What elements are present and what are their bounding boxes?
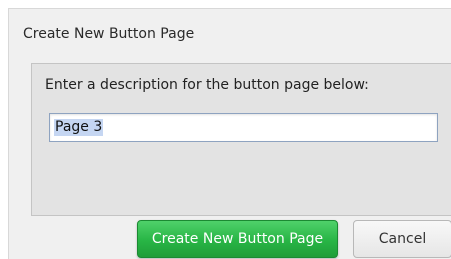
description-panel: Enter a description for the button page … — [31, 63, 451, 216]
description-input-value: Page 3 — [54, 119, 104, 136]
create-button-page-dialog: Create New Button Page Enter a descripti… — [8, 8, 451, 259]
create-new-button-page-button[interactable]: Create New Button Page — [137, 220, 338, 258]
cancel-button[interactable]: Cancel — [353, 220, 451, 258]
description-input[interactable]: Page 3 — [49, 113, 438, 142]
dialog-title: Create New Button Page — [23, 26, 195, 42]
description-prompt: Enter a description for the button page … — [45, 77, 369, 93]
